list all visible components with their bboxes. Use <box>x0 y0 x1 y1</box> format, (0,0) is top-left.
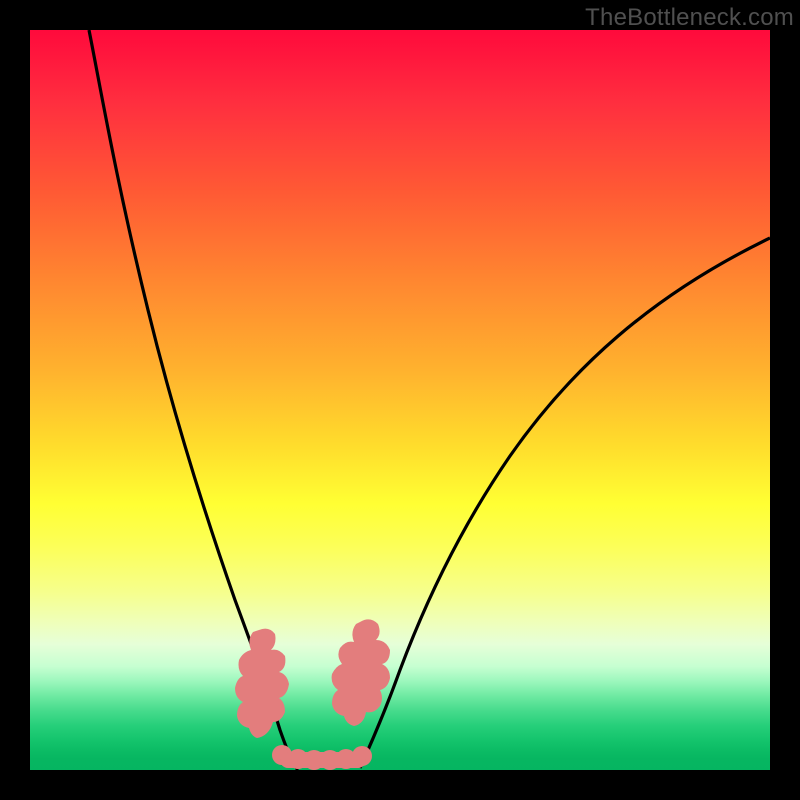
gradient-background <box>30 30 770 770</box>
chart-stage: TheBottleneck.com <box>0 0 800 800</box>
attribution-text: TheBottleneck.com <box>585 4 794 32</box>
plot-area <box>30 30 770 770</box>
